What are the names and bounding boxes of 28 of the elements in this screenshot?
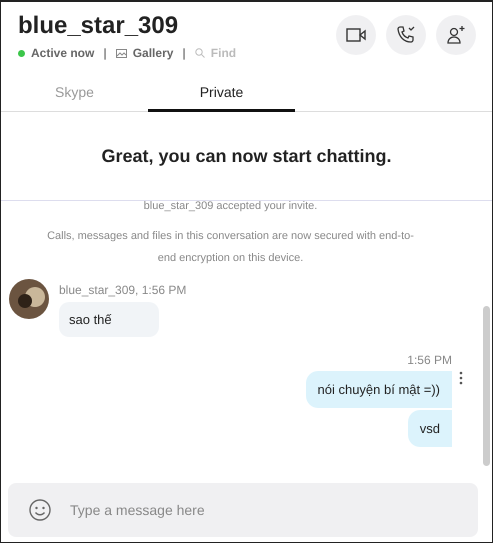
scrollbar[interactable]	[483, 306, 490, 466]
add-person-button[interactable]	[436, 15, 476, 55]
message-field[interactable]: Type a message here	[8, 483, 478, 537]
message-time: 1:56 PM	[407, 353, 452, 367]
more-icon[interactable]	[458, 371, 464, 385]
status-text: Active now	[31, 46, 94, 60]
gallery-link[interactable]: Gallery	[132, 46, 174, 60]
emoji-icon[interactable]	[28, 498, 52, 522]
chat-banner: Great, you can now start chatting.	[1, 112, 492, 201]
outgoing-message: nói chuyện bí mật =))	[306, 371, 452, 408]
tab[interactable]: Private	[148, 80, 295, 112]
add-person-icon	[446, 25, 466, 45]
call-button[interactable]	[386, 15, 426, 55]
system-notice: blue_star_309 accepted your invite.	[142, 201, 318, 214]
separator: |	[103, 46, 107, 60]
contact-name: blue_star_309	[18, 12, 180, 40]
outgoing-message: vsd	[408, 410, 452, 447]
avatar	[9, 279, 49, 319]
incoming-message: sao thế	[59, 302, 159, 337]
system-notice: Calls, messages and files in this conversation are now secured with end-to-end encryption on this device.	[46, 229, 415, 266]
message-input[interactable]: Type a message here	[68, 501, 478, 519]
phone-icon	[396, 25, 416, 45]
video-camera-icon	[346, 28, 366, 42]
separator: |	[182, 46, 186, 60]
search-icon	[194, 48, 205, 58]
image-icon	[116, 48, 127, 58]
message-meta: blue_star_309, 1:56 PM	[59, 283, 186, 297]
video-call-button[interactable]	[336, 15, 376, 55]
